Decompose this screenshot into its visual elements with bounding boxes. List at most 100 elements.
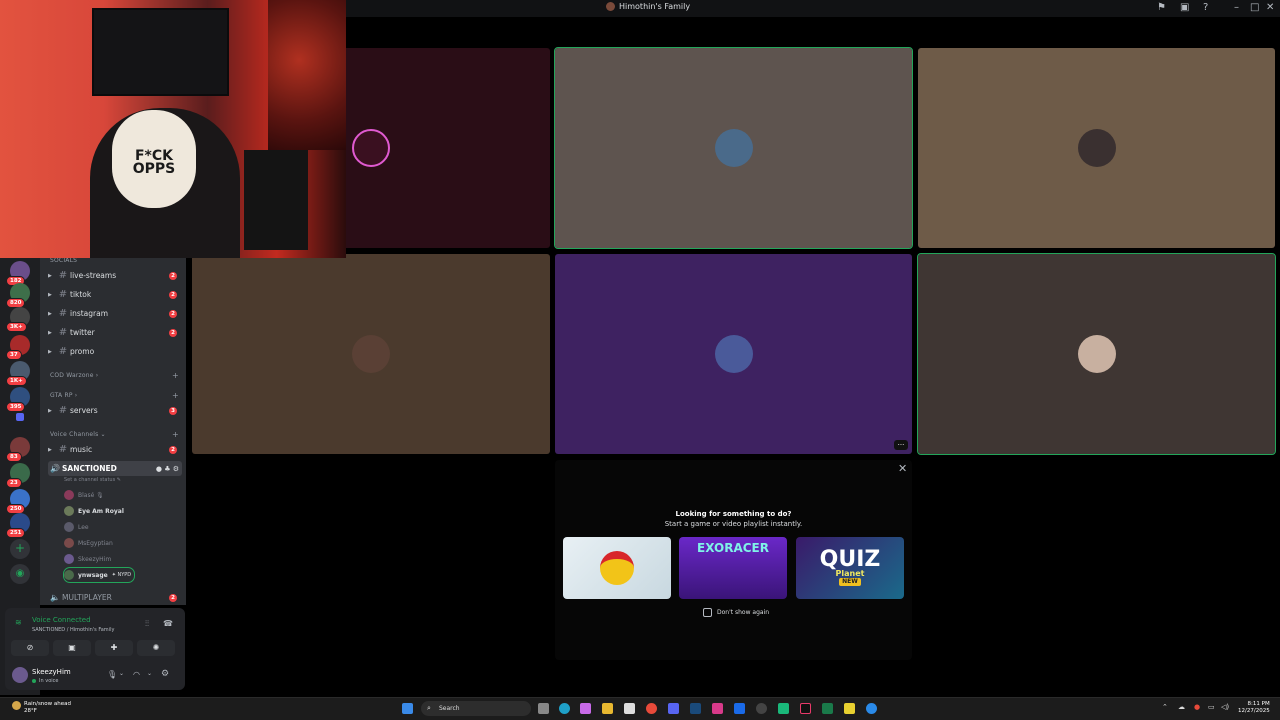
dont-show-checkbox[interactable] xyxy=(703,608,712,617)
participant-tile[interactable] xyxy=(918,48,1275,248)
game-card-quiz-planet[interactable]: QUIZ Planet NEW xyxy=(796,537,904,599)
voice-user[interactable]: Blasé 🎙 xyxy=(64,488,104,502)
voice-user[interactable]: SkeezyHim xyxy=(64,552,111,566)
app-icon[interactable] xyxy=(866,703,877,714)
soundboard-button[interactable]: ✺ xyxy=(137,640,175,656)
game-card[interactable] xyxy=(563,537,671,599)
chatgpt-icon[interactable] xyxy=(756,703,767,714)
chevron-down-icon[interactable]: ⌄ xyxy=(147,670,152,677)
weather-widget[interactable]: Rain/snow ahead 28°F xyxy=(24,701,71,715)
server-icon[interactable]: 182 xyxy=(6,261,30,286)
disconnect-icon[interactable]: ☎ xyxy=(163,619,173,628)
dont-show-label[interactable]: Don't show again xyxy=(717,609,769,616)
participant-tile[interactable] xyxy=(917,253,1276,455)
username[interactable]: SkeezyHim xyxy=(32,668,71,676)
microphone-icon[interactable]: ● xyxy=(1194,703,1200,711)
channel-tiktok[interactable]: ▶ # tiktok 2 xyxy=(48,287,182,302)
camera-button[interactable]: ⊘ xyxy=(11,640,49,656)
voice-location[interactable]: SANCTIONED / Himothin's Family xyxy=(32,627,114,633)
inbox-icon[interactable]: ⚑ xyxy=(1157,2,1166,13)
server-icon[interactable]: 250 xyxy=(6,489,30,514)
server-icon[interactable]: 395 xyxy=(6,387,30,412)
add-channel-icon[interactable]: + xyxy=(172,391,179,400)
channel-promo[interactable]: ▶ # promo xyxy=(48,344,182,359)
file-explorer-icon[interactable] xyxy=(602,703,613,714)
avatar[interactable] xyxy=(12,667,28,683)
channel-live-streams[interactable]: ▶ # live-streams 2 xyxy=(48,268,182,283)
channel-twitter[interactable]: ▶ # twitter 2 xyxy=(48,325,182,340)
discord-icon[interactable] xyxy=(668,703,679,714)
task-view-icon[interactable] xyxy=(538,703,549,714)
participant-tile[interactable] xyxy=(192,254,550,454)
microphone-icon[interactable]: 🎙 xyxy=(107,670,117,679)
voice-user[interactable]: ynwsage ✦ NYPD xyxy=(62,567,136,583)
server-icon[interactable]: 3K+ xyxy=(6,307,30,332)
weather-icon[interactable] xyxy=(12,701,21,710)
close-icon[interactable]: ✕ xyxy=(1266,2,1274,13)
tiktok-icon[interactable] xyxy=(800,703,811,714)
network-icon[interactable]: ▭ xyxy=(1208,703,1215,711)
activities-button[interactable]: ✚ xyxy=(95,640,133,656)
gear-icon[interactable]: ⚙ xyxy=(161,669,169,679)
game-card-exoracer[interactable]: EXORACER xyxy=(679,537,787,599)
channel-servers[interactable]: ▶ # servers 3 xyxy=(48,403,182,418)
discover-icon[interactable]: ◉ xyxy=(10,564,30,584)
add-channel-icon[interactable]: + xyxy=(172,430,179,439)
server-icon[interactable]: 1K+ xyxy=(6,361,30,386)
participant-tile[interactable]: ··· xyxy=(555,254,912,454)
server-icon[interactable]: 251 xyxy=(6,513,30,538)
app-icon[interactable] xyxy=(778,703,789,714)
folder-icon[interactable] xyxy=(16,413,24,421)
category-socials[interactable]: SOCIALS xyxy=(50,257,77,264)
voice-user[interactable]: Eye Am Royal xyxy=(64,504,124,518)
cloud-icon[interactable]: ☁ xyxy=(1178,703,1185,711)
expand-icon: ▶ xyxy=(48,446,52,453)
category-cod-warzone[interactable]: COD Warzone › + xyxy=(50,371,179,380)
taskbar-search[interactable]: ⌕ Search xyxy=(421,701,531,716)
voice-channel-multiplayer[interactable]: 🔈 MULTIPLAYER 2 xyxy=(48,590,182,605)
headphones-icon[interactable]: ◠ xyxy=(133,670,140,679)
chevron-up-icon[interactable]: ⌃ xyxy=(1162,703,1168,711)
help-icon[interactable]: ? xyxy=(1203,2,1208,13)
server-icon[interactable]: 37 xyxy=(6,335,30,360)
copilot-icon[interactable] xyxy=(580,703,591,714)
more-options-button[interactable]: ··· xyxy=(894,440,908,450)
app-icon[interactable] xyxy=(734,703,745,714)
store-icon[interactable] xyxy=(624,703,635,714)
screen-share-button[interactable]: ▣ xyxy=(53,640,91,656)
voice-channel-actions[interactable]: ● ♣ ⚙ xyxy=(156,465,179,473)
voice-channel-sanctioned[interactable]: 🔊 SANCTIONED ● ♣ ⚙ xyxy=(48,461,182,476)
chevron-down-icon[interactable]: ⌄ xyxy=(119,670,124,677)
edge-icon[interactable] xyxy=(559,703,570,714)
inbox-tray-icon[interactable]: ▣ xyxy=(1180,2,1189,13)
channel-music[interactable]: ▶ # music 2 xyxy=(48,442,182,457)
online-status-icon xyxy=(32,679,36,683)
excel-icon[interactable] xyxy=(822,703,833,714)
voice-user[interactable]: Lee xyxy=(64,520,89,534)
participant-tile[interactable] xyxy=(554,47,913,249)
add-channel-icon[interactable]: + xyxy=(172,371,179,380)
clock[interactable]: 8:11 PM 12/27/2025 xyxy=(1238,701,1270,715)
voice-status[interactable]: Voice Connected xyxy=(32,616,91,624)
channel-label: instagram xyxy=(70,309,109,318)
server-icon[interactable]: 23 xyxy=(6,463,30,488)
category-gta-rp[interactable]: GTA RP › + xyxy=(50,391,179,400)
noise-suppression-icon[interactable]: ⫶⫶ xyxy=(145,619,149,629)
server-icon[interactable]: 820 xyxy=(6,283,30,308)
volume-icon[interactable]: ◁) xyxy=(1221,703,1229,711)
maximize-icon[interactable]: □ xyxy=(1250,2,1259,13)
start-icon[interactable] xyxy=(402,703,413,714)
sticky-notes-icon[interactable] xyxy=(844,703,855,714)
category-voice-channels[interactable]: Voice Channels ⌄ + xyxy=(50,430,179,439)
close-icon[interactable]: ✕ xyxy=(898,462,907,475)
tv-image xyxy=(92,8,229,96)
chrome-icon[interactable] xyxy=(646,703,657,714)
minimize-icon[interactable]: – xyxy=(1234,2,1239,13)
instagram-icon[interactable] xyxy=(712,703,723,714)
channel-status[interactable]: Set a channel status ✎ xyxy=(64,477,121,483)
steam-icon[interactable] xyxy=(690,703,701,714)
server-icon[interactable]: 83 xyxy=(6,437,30,462)
channel-instagram[interactable]: ▶ # instagram 2 xyxy=(48,306,182,321)
add-server-icon[interactable]: + xyxy=(10,539,30,559)
voice-user[interactable]: MsEgyptian xyxy=(64,536,113,550)
